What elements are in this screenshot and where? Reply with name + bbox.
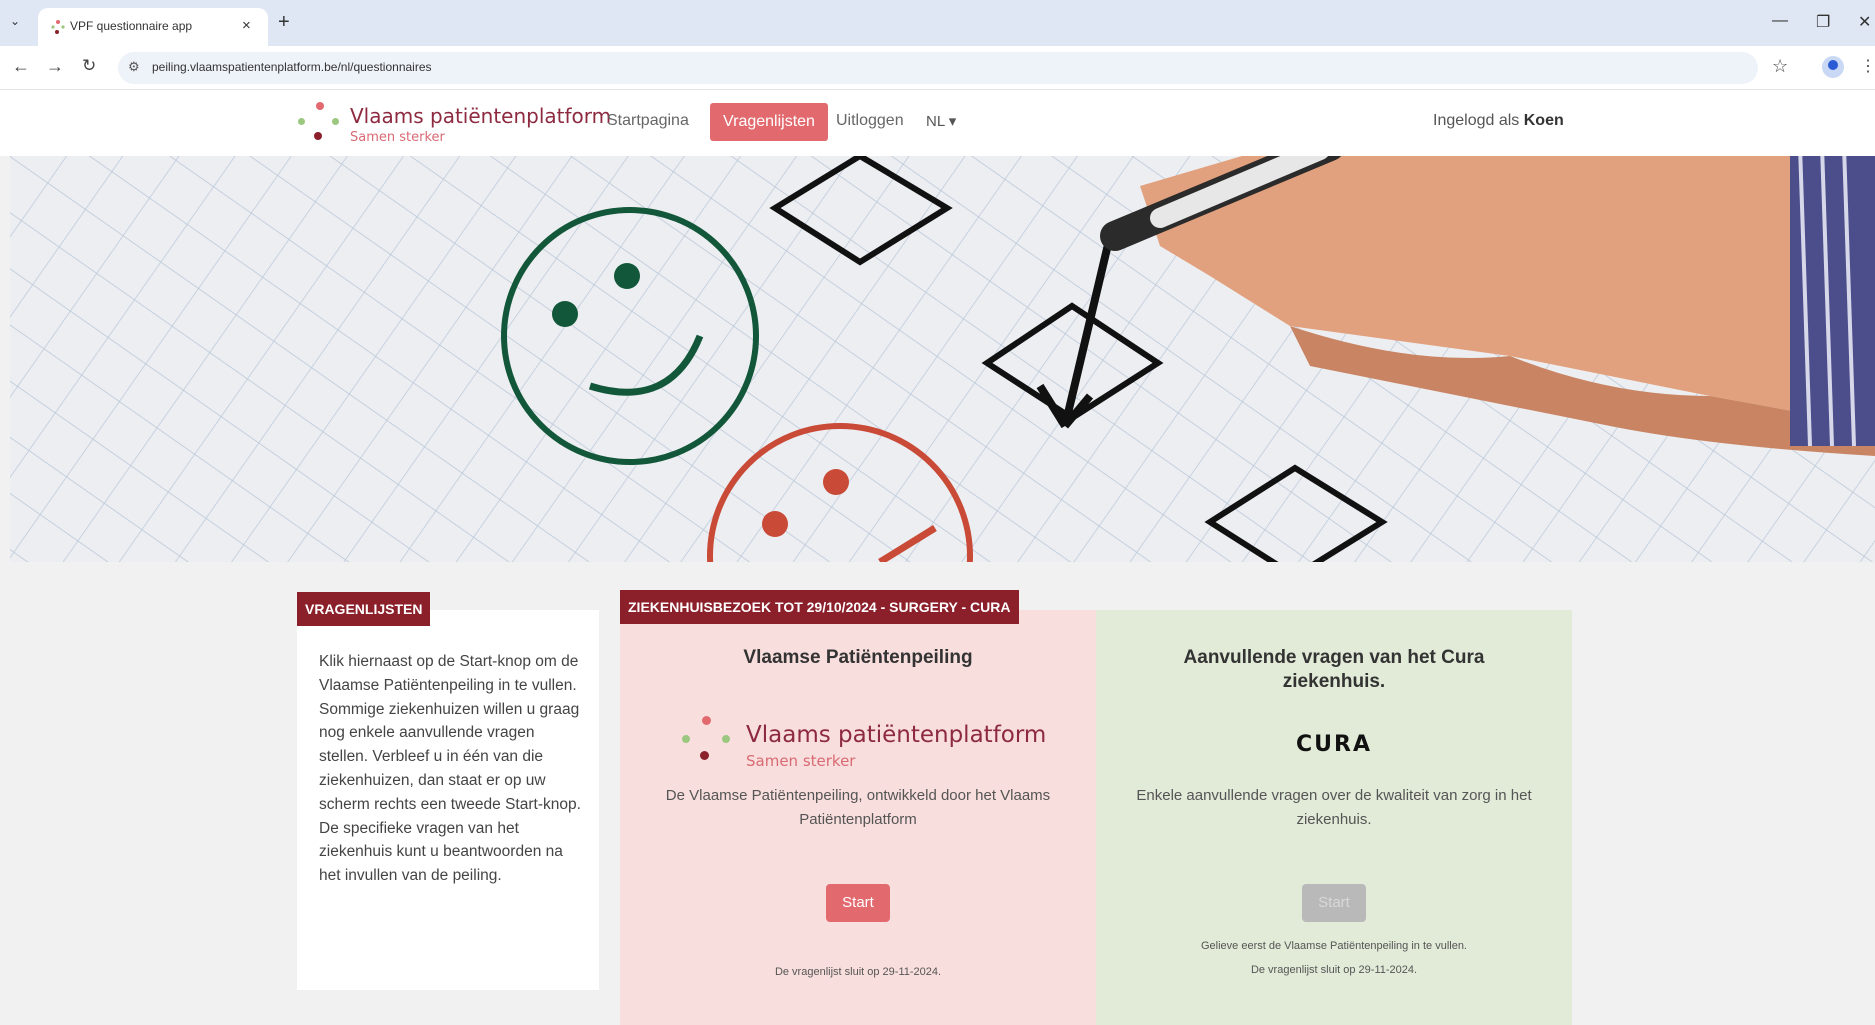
kebab-menu-icon[interactable]: ⋮	[1860, 56, 1875, 76]
minimize-icon[interactable]: —	[1772, 12, 1788, 30]
start-button[interactable]: Start	[826, 884, 890, 922]
nav-questionnaires[interactable]: Vragenlijsten	[710, 103, 828, 141]
arrow-right-icon[interactable]: →	[46, 56, 64, 77]
card-title: Aanvullende vragen van het Cura ziekenhu…	[1183, 647, 1485, 692]
card-cura-questions: Aanvullende vragen van het Cura ziekenhu…	[1096, 610, 1572, 1025]
logo-icon	[680, 716, 730, 762]
card-logo-tagline: Samen sterker	[746, 752, 856, 770]
logged-in-user: Koen	[1523, 112, 1564, 129]
info-box: Klik hiernaast op de Start-knop om de Vl…	[297, 610, 599, 990]
brand-title[interactable]: Vlaams patiëntenplatform	[350, 104, 611, 128]
survey-illustration	[10, 156, 1875, 562]
logged-in-prefix: Ingelogd als	[1433, 112, 1520, 129]
site-header: Vlaams patiëntenplatform Samen sterker S…	[0, 90, 1875, 156]
nav-home[interactable]: Startpagina	[607, 112, 689, 130]
tab-title: VPF questionnaire app	[70, 19, 193, 33]
prerequisite-note: Gelieve eerst de Vlaamse Patiëntenpeilin…	[1201, 940, 1467, 952]
address-input[interactable]: ⚙ peiling.vlaamspatientenplatform.be/nl/…	[118, 52, 1758, 84]
closing-note: De vragenlijst sluit op 29-11-2024.	[1250, 964, 1418, 976]
hero-image	[10, 156, 1875, 562]
card-vlaamse-patientenpeiling: Vlaamse Patiëntenpeiling Vlaams patiënte…	[620, 610, 1096, 1025]
close-window-icon[interactable]: ✕	[1858, 12, 1871, 32]
cura-logo: CURA	[1296, 732, 1372, 757]
restore-icon[interactable]: ❐	[1816, 12, 1830, 32]
new-tab-button[interactable]: +	[278, 11, 290, 34]
card-description: De Vlaamse Patiëntenpeiling, ontwikkeld …	[665, 787, 1051, 828]
language-select[interactable]: NL ▾	[926, 112, 956, 130]
chevron-down-icon[interactable]: ⌄	[10, 14, 20, 28]
closing-note: De vragenlijst sluit op 29-11-2024.	[774, 966, 942, 978]
card-logo-title: Vlaams patiëntenplatform	[746, 722, 1047, 748]
browser-tab-bar: ⌄ VPF questionnaire app × + — ❐ ✕	[0, 0, 1875, 46]
address-bar-row: ← → ↻ ⚙ peiling.vlaamspatientenplatform.…	[0, 46, 1875, 90]
logo-icon[interactable]	[296, 100, 344, 146]
tune-icon[interactable]: ⚙	[128, 59, 140, 75]
caret-down-icon: ▾	[948, 113, 957, 130]
person-icon[interactable]	[1822, 56, 1844, 78]
card-title: Vlaamse Patiëntenpeiling	[743, 647, 973, 668]
favicon-icon	[51, 20, 65, 34]
star-icon[interactable]: ☆	[1772, 56, 1788, 77]
arrow-left-icon[interactable]: ←	[12, 56, 30, 77]
brand-tagline: Samen sterker	[350, 130, 445, 145]
visit-tag: ZIEKENHUISBEZOEK TOT 29/10/2024 - SURGER…	[620, 590, 1019, 624]
nav-logout[interactable]: Uitloggen	[836, 112, 904, 130]
language-label: NL	[926, 113, 945, 130]
logged-in-status: Ingelogd als Koen	[1433, 112, 1564, 130]
card-description: Enkele aanvullende vragen over de kwalit…	[1136, 787, 1532, 828]
info-text: Klik hiernaast op de Start-knop om de Vl…	[319, 653, 581, 885]
url-text: peiling.vlaamspatientenplatform.be/nl/qu…	[152, 60, 432, 74]
close-icon[interactable]: ×	[242, 17, 251, 34]
start-button-disabled[interactable]: Start	[1302, 884, 1366, 922]
reload-icon[interactable]: ↻	[82, 56, 96, 76]
browser-tab[interactable]: VPF questionnaire app ×	[38, 8, 268, 46]
section-tag: VRAGENLIJSTEN	[297, 592, 431, 626]
